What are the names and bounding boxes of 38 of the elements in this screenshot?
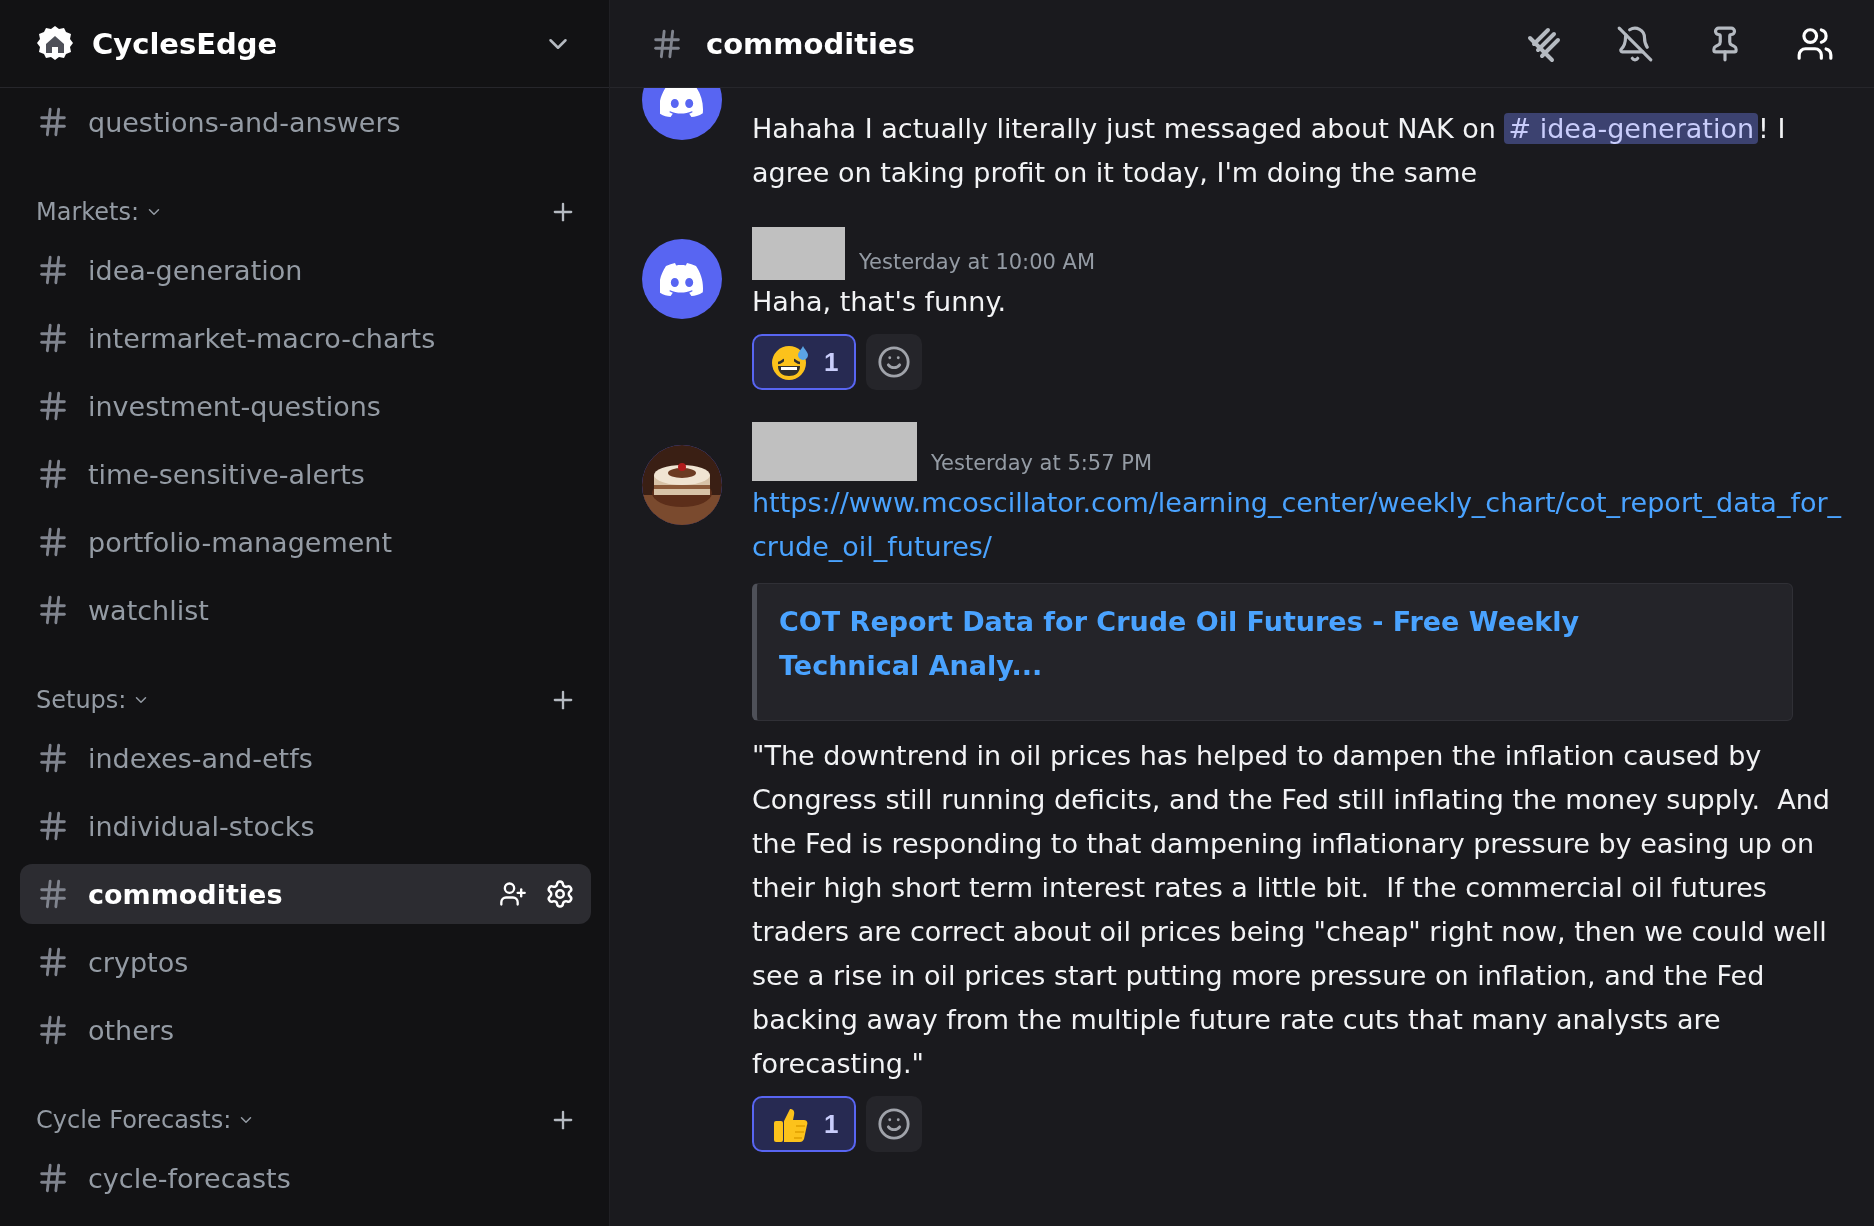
channel-item[interactable]: idea-generation bbox=[20, 240, 591, 300]
reaction-button[interactable]: 1 bbox=[752, 334, 857, 390]
channel-item[interactable]: cycle-forecasts bbox=[20, 1148, 591, 1208]
controller-icon bbox=[660, 262, 704, 296]
message-timestamp: Yesterday at 10:00 AM bbox=[859, 250, 1096, 276]
channel-item[interactable]: questions-and-answers bbox=[20, 92, 591, 152]
embed-title-link[interactable]: COT Report Data for Crude Oil Futures - Free Weekly Technical Analy... bbox=[779, 600, 1682, 688]
message-text: Haha, that's funny. bbox=[752, 285, 1008, 319]
channel-item[interactable]: watchlist bbox=[20, 580, 591, 640]
message-text: Hahaha I actually literally just messaged about NAK on # idea-generation! I agree on taking profit on it today, I'm doing the same bbox=[752, 112, 1787, 190]
settings-icon[interactable] bbox=[545, 879, 575, 909]
channel-item[interactable]: others bbox=[20, 1000, 591, 1060]
reaction-button[interactable]: 1 bbox=[752, 1096, 857, 1152]
category-name[interactable]: Cycle Forecasts: bbox=[36, 1106, 232, 1134]
channel-item[interactable]: portfolio-management bbox=[20, 512, 591, 572]
add-reaction-button[interactable] bbox=[866, 334, 923, 390]
channel-item[interactable]: commodities bbox=[20, 864, 591, 924]
mute-button[interactable] bbox=[1616, 24, 1654, 63]
channel-item[interactable]: intermarket-macro-charts bbox=[20, 308, 591, 368]
channel-item[interactable]: investment-questions bbox=[20, 376, 591, 436]
category-name[interactable]: Setups: bbox=[36, 686, 127, 714]
server-name[interactable]: CyclesEdge bbox=[92, 26, 525, 61]
message-text: "The downtrend in oil prices has helped to dampen the inflation caused by Congress still running deficits, and the Fed still inflating the money supply. And the Fed is responding to that dampening inflationary pressure by easing up on their high short term interest rates a little bit. If the commercial oil futures traders are correct about oil prices being "cheap" right now, then we could well see a rise in oil prices start putting more pressure on inflation, and the Fed backing away from the multiple future rate cuts that many analysts are forecasting." bbox=[752, 739, 1831, 1081]
category-name[interactable]: Markets: bbox=[36, 198, 140, 226]
channel-item[interactable]: individual-stocks bbox=[20, 796, 591, 856]
channel-title: commodities bbox=[706, 26, 916, 61]
message-timestamp: Yesterday at 5:57 PM bbox=[931, 451, 1152, 477]
add-member-icon[interactable] bbox=[499, 880, 527, 908]
message-link[interactable]: https://www.mcoscillator.com/learning_center/weekly_chart/cot_report_data_for_crude_oil_futures/ bbox=[752, 481, 1844, 569]
channel-item[interactable]: cryptos bbox=[20, 932, 591, 992]
add-reaction-button[interactable] bbox=[866, 1096, 923, 1152]
channel-item[interactable]: indexes-and-etfs bbox=[20, 728, 591, 788]
smiley-icon bbox=[877, 1107, 912, 1141]
channel-mention[interactable]: # idea-generation bbox=[1504, 113, 1759, 144]
server-icon bbox=[36, 24, 74, 63]
smiley-icon bbox=[877, 345, 912, 379]
controller-icon bbox=[660, 88, 704, 117]
channel-item[interactable]: time-sensitive-alerts bbox=[20, 444, 591, 504]
